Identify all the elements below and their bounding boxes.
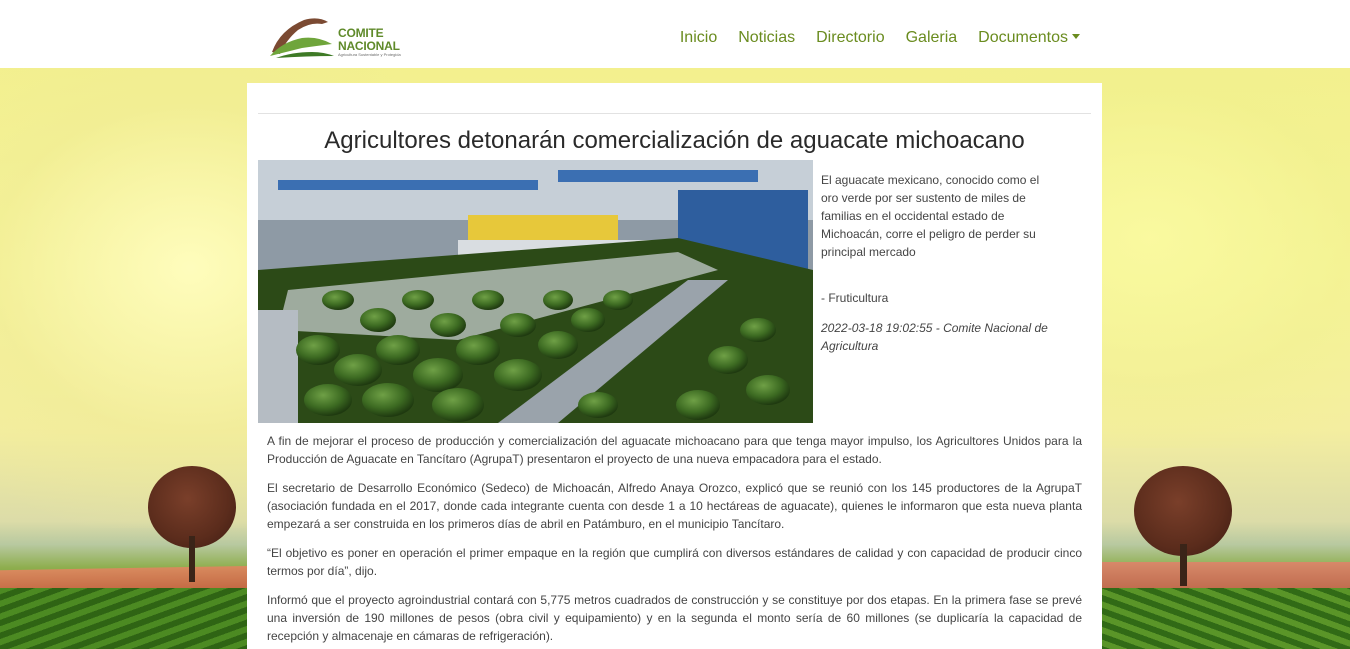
article-paragraph: Informó que el proyecto agroindustrial c… (267, 593, 1082, 643)
nav-item-galeria[interactable]: Galeria (906, 29, 958, 47)
article-sidebar: El aguacate mexicano, conocido como el o… (821, 171, 1053, 353)
crop-field-right (1100, 588, 1350, 649)
tree-right (1134, 466, 1234, 586)
logo-tagline: Agricultura Sustentable y Protegida (338, 52, 401, 57)
article-summary: El aguacate mexicano, conocido como el o… (821, 173, 1040, 259)
logo-emblem-icon (270, 18, 334, 58)
logo[interactable]: COMITE NACIONAL Agricultura Sustentable … (266, 14, 401, 60)
logo-text-line1: COMITE (338, 26, 384, 40)
avocado-packing-line-image (258, 160, 813, 423)
nav-item-inicio[interactable]: Inicio (680, 29, 717, 47)
top-navbar: COMITE NACIONAL Agricultura Sustentable … (0, 0, 1350, 68)
article-paragraph: A fin de mejorar el proceso de producció… (267, 434, 1082, 466)
nav-item-documentos[interactable]: Documentos (978, 29, 1080, 47)
main-nav: Inicio Noticias Directorio Galeria Docum… (659, 29, 1080, 47)
article-meta: 2022-03-18 19:02:55 - Comite Nacional de… (821, 321, 1048, 353)
article-card: Agricultores detonarán comercialización … (247, 83, 1102, 649)
nav-item-documentos-label: Documentos (978, 29, 1068, 46)
chevron-down-icon (1072, 34, 1080, 39)
divider (258, 113, 1091, 114)
article-body: A fin de mejorar el proceso de producció… (267, 432, 1082, 649)
article-image (258, 160, 813, 423)
nav-item-directorio[interactable]: Directorio (816, 29, 884, 47)
article-paragraph: El secretario de Desarrollo Económico (S… (267, 481, 1082, 531)
article-category[interactable]: - Fruticultura (821, 289, 888, 307)
nav-item-noticias[interactable]: Noticias (738, 29, 795, 47)
crop-field-left (0, 588, 260, 649)
logo-text-line2: NACIONAL (338, 39, 400, 53)
tree-left (148, 466, 238, 582)
article-paragraph: “El objetivo es poner en operación el pr… (267, 546, 1082, 578)
article-title: Agricultores detonarán comercialización … (324, 127, 1025, 154)
